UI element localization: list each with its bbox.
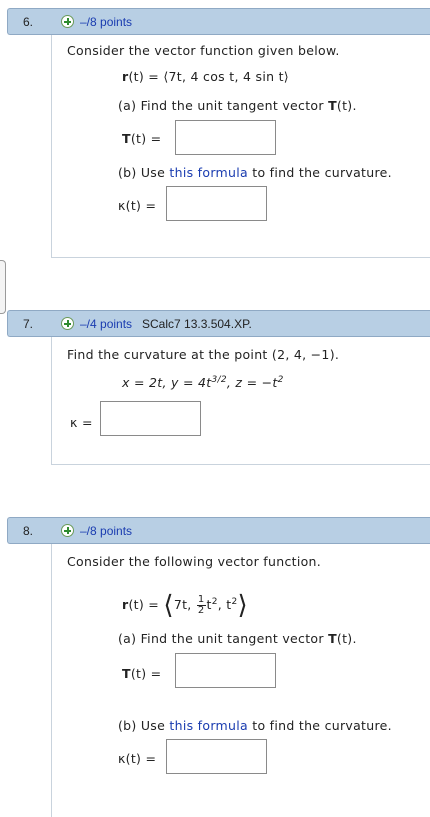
formula-link[interactable]: this formula	[169, 718, 248, 733]
fraction: 12	[196, 594, 206, 617]
question-body: Consider the vector function given below…	[51, 35, 430, 258]
answer-a-input[interactable]	[175, 120, 276, 155]
expand-plus-icon[interactable]	[61, 524, 74, 537]
answer-b-label: κ(t) =	[118, 198, 157, 213]
question-header: 7. –/4 points SCalc7 13.3.504.XP.	[7, 310, 430, 337]
answer-b-label: κ(t) =	[118, 751, 157, 766]
answer-label: κ =	[70, 415, 93, 430]
question-header: 8. –/8 points	[7, 517, 430, 544]
question-prompt: Consider the vector function given below…	[67, 43, 340, 58]
parametric-equation: x = 2t, y = 4t3/2, z = −t2	[122, 375, 284, 391]
question-header: 6. –/8 points	[7, 8, 430, 35]
answer-b-input[interactable]	[166, 739, 267, 774]
answer-input[interactable]	[100, 401, 201, 436]
answer-b-input[interactable]	[166, 186, 267, 221]
side-panel-handle[interactable]	[0, 260, 6, 314]
question-body: Find the curvature at the point (2, 4, −…	[51, 337, 430, 465]
answer-a-input[interactable]	[175, 653, 276, 688]
points-label[interactable]: –/8 points	[80, 15, 132, 29]
vector-equation: r(t) = ⟨7t, 1 2 t2, t2⟩	[122, 590, 248, 621]
part-b-text: (b) Use this formula to find the curvatu…	[118, 165, 392, 180]
part-a-text: (a) Find the unit tangent vector T(t).	[118, 98, 357, 113]
formula-link[interactable]: this formula	[169, 165, 248, 180]
question-number: 8.	[23, 524, 34, 538]
problem-source: SCalc7 13.3.504.XP.	[142, 317, 252, 331]
question-number: 6.	[23, 15, 34, 29]
question-prompt: Find the curvature at the point (2, 4, −…	[67, 347, 340, 362]
points-label[interactable]: –/4 points	[80, 317, 132, 331]
points-label[interactable]: –/8 points	[80, 524, 132, 538]
part-b-text: (b) Use this formula to find the curvatu…	[118, 718, 392, 733]
answer-a-label: T(t) =	[122, 131, 162, 146]
answer-a-label: T(t) =	[122, 666, 162, 681]
vector-equation: r(t) = ⟨7t, 4 cos t, 4 sin t⟩	[122, 69, 289, 84]
part-a-text: (a) Find the unit tangent vector T(t).	[118, 631, 357, 646]
expand-plus-icon[interactable]	[61, 317, 74, 330]
left-angle-bracket: ⟨	[163, 590, 174, 621]
question-body: Consider the following vector function. …	[51, 544, 430, 817]
right-angle-bracket: ⟩	[237, 590, 248, 621]
expand-plus-icon[interactable]	[61, 15, 74, 28]
question-prompt: Consider the following vector function.	[67, 554, 322, 569]
question-number: 7.	[23, 317, 34, 331]
